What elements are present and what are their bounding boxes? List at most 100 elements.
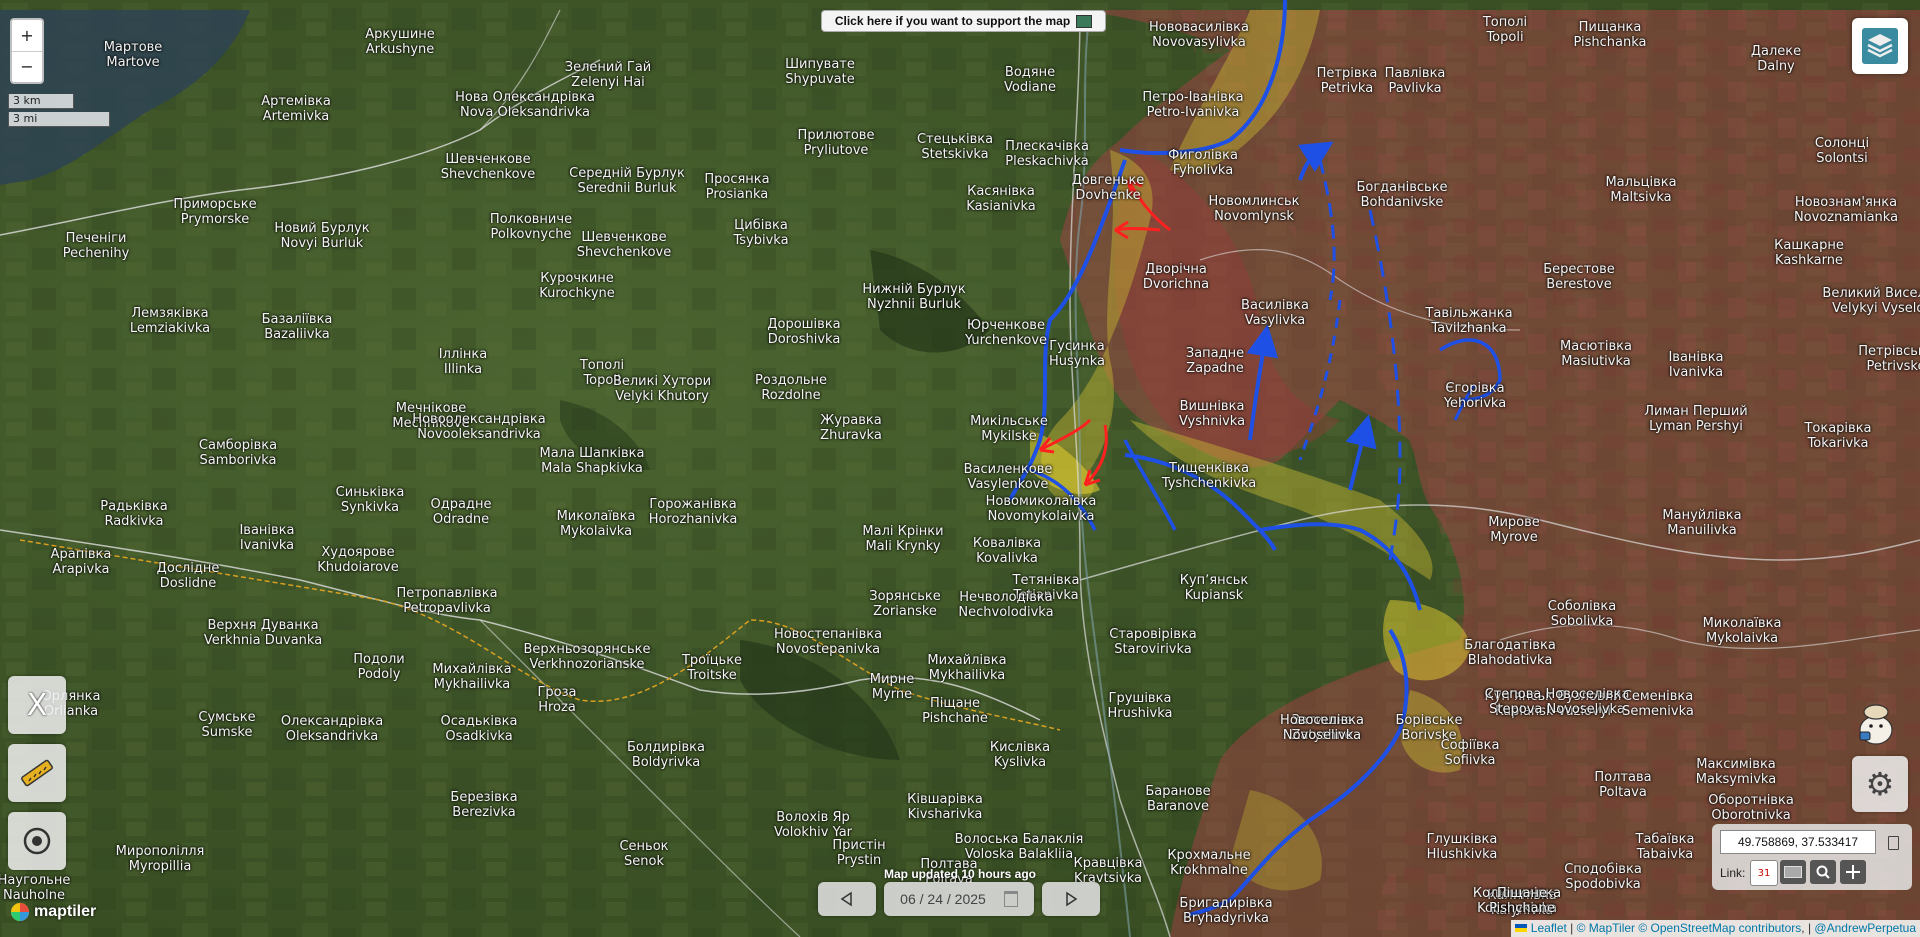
previous-date-button[interactable]	[818, 882, 876, 916]
place-name-en: Stepova Novoselivka	[1489, 702, 1625, 717]
place-name-en: Nauhоlne	[3, 888, 65, 903]
place-name-uk: Токарівка	[1804, 421, 1872, 436]
place-name-uk: Далеке	[1750, 44, 1802, 59]
calendar-icon[interactable]	[1003, 891, 1018, 907]
place-name-uk: Ківшарівка	[907, 792, 983, 807]
place-name-en: Horozhanivka	[648, 512, 738, 527]
place-name-en: Hroza	[538, 700, 576, 715]
link-map-button[interactable]	[1780, 860, 1806, 884]
zoom-out-button[interactable]: −	[12, 50, 42, 82]
place-label: Шипувате Shypuvate	[785, 57, 855, 87]
place-name-uk: Василенкове	[963, 462, 1053, 477]
place-name-en: Blahodativka	[1467, 653, 1553, 668]
place-name-en: Ivanivka	[1668, 365, 1724, 380]
place-name-en: Sobolivka	[1550, 614, 1614, 629]
place-label: Стецьківка Stetskivka	[917, 132, 993, 162]
place-name-en: Topoli	[1486, 30, 1524, 45]
place-name-uk: Старовірівка	[1109, 627, 1197, 642]
place-name-en: Synkivka	[340, 500, 400, 515]
place-name-uk: Благодатівка	[1464, 638, 1556, 653]
place-name-uk: Волохів Яр	[776, 810, 850, 825]
place-name-en: Prosianka	[705, 187, 769, 202]
place-name-uk: Глушківка	[1426, 832, 1498, 847]
place-name-uk: Худоярове	[321, 545, 395, 560]
place-label: Сумське Sumske	[198, 710, 255, 740]
place-name-uk: Подоли	[353, 652, 405, 667]
place-name-uk: Шевченкове	[445, 152, 531, 167]
place-name-en: Nechvolodivka	[958, 605, 1054, 620]
place-name-uk: Петрівка	[1316, 66, 1378, 81]
place-label: Ковалівка Kovalivka	[973, 536, 1041, 566]
place-name-en: Dvorichna	[1142, 277, 1210, 292]
place-label: Вишнівка Vyshnivka	[1179, 399, 1245, 429]
place-name-en: Mykolaivka	[1705, 631, 1779, 646]
link-zoom-button[interactable]	[1810, 860, 1836, 884]
ruler-button[interactable]	[8, 744, 66, 802]
locate-button[interactable]	[8, 812, 66, 870]
place-name-uk: Микільське	[970, 414, 1048, 429]
place-label: Одрадне Odradne	[431, 497, 492, 527]
place-label: ПетрівськеPetrivske	[1858, 344, 1920, 374]
place-label: Піщане Pishchane	[922, 696, 988, 726]
place-label: Середній Бурлук Serednii Burluk	[569, 166, 685, 196]
place-name-en: Masiutivka	[1561, 354, 1631, 369]
place-name-uk: Василівка	[1241, 298, 1309, 313]
maptiler-logo-icon	[11, 903, 29, 921]
place-name-en: Velykyi Vyselok	[1832, 301, 1920, 316]
place-label: Сеньок Senok	[619, 839, 668, 869]
coordinates-field[interactable]	[1720, 830, 1876, 854]
place-label: Пищанка Pishchanka	[1573, 20, 1646, 50]
place-name-en: Novooleksandrivka	[417, 427, 541, 442]
place-label: Крохмальне Krokhmalne	[1167, 848, 1250, 878]
place-name-en: Shypuvate	[785, 72, 855, 87]
leaflet-link[interactable]: Leaflet	[1531, 921, 1567, 935]
osm-link[interactable]: © OpenStreetMap contributors	[1638, 921, 1801, 935]
layers-button[interactable]	[1852, 18, 1908, 74]
settings-button[interactable]: ⚙	[1852, 756, 1908, 812]
place-name-uk: Малі Крінки	[862, 524, 944, 539]
place-name-uk: Березівка	[450, 790, 518, 805]
place-label: Зелений Гай Zelenyi Hai	[565, 60, 652, 90]
place-name-en: Ivanivka	[239, 538, 295, 553]
date-picker[interactable]: 06 / 24 / 2025	[884, 882, 1034, 916]
author-link[interactable]: @AndrewPerpetua	[1814, 921, 1916, 935]
place-name-uk: Петропавлівка	[396, 586, 498, 601]
place-label: Водяне Vodiane	[1004, 65, 1056, 95]
place-label: Волохів Яр Volokhiv Yar	[774, 810, 852, 840]
maptiler-link[interactable]: © MapTiler	[1577, 921, 1635, 935]
place-name-uk: Іванівка	[1668, 350, 1724, 365]
place-label: Болдирівка Boldyrivka	[627, 740, 705, 770]
updated-status: Map updated 10 hours ago	[883, 867, 1037, 881]
x-social-button[interactable]: X	[8, 676, 66, 734]
zoom-in-button[interactable]: +	[12, 21, 42, 51]
place-name-uk: Прилютове	[797, 128, 875, 143]
copy-coordinates-button[interactable]	[1882, 832, 1904, 854]
place-name-en: Mykhailivka	[928, 668, 1006, 683]
support-banner[interactable]: Click here if you want to support the ma…	[821, 10, 1106, 32]
next-date-button[interactable]	[1042, 882, 1100, 916]
place-name-uk: Кислівка	[989, 740, 1051, 755]
place-name-en: Berezivka	[452, 805, 516, 820]
place-label: Касянівка Kasianivka	[966, 184, 1035, 214]
place-name-en: Pechenihy	[62, 246, 130, 261]
place-name-uk: Берестове	[1543, 262, 1615, 277]
link-date-button[interactable]: 31	[1750, 860, 1778, 886]
place-name-uk: Купʼянськ	[1179, 573, 1249, 588]
place-name-uk: Печеніги	[65, 231, 127, 246]
gear-icon: ⚙	[1865, 765, 1895, 803]
place-name-en: Husynka	[1049, 354, 1105, 369]
mascot-icon[interactable]	[1852, 700, 1900, 748]
place-name-en: Pavlivka	[1388, 81, 1442, 96]
place-name-en: Prystin	[836, 853, 882, 868]
place-name-uk: Грушівка	[1108, 691, 1172, 706]
place-name-en: Novomlynsk	[1214, 209, 1294, 224]
place-label: Богданівське Bohdanivske	[1356, 180, 1447, 210]
map-canvas[interactable]: Мартове Martove Аркушине Arkushyne Артемівка…	[0, 0, 1920, 937]
place-label: Михайлівка Mykhailivka	[927, 653, 1006, 683]
place-label: Купʼянськ Kupiansk	[1180, 573, 1249, 603]
maptiler-logo[interactable]: maptiler	[10, 902, 96, 922]
place-name-en: Dovhenke	[1075, 188, 1141, 203]
link-center-button[interactable]	[1840, 860, 1866, 884]
place-label: Іванівка Ivanivka	[239, 523, 294, 553]
place-label: Малі Крінки Mali Krynky	[862, 524, 943, 554]
